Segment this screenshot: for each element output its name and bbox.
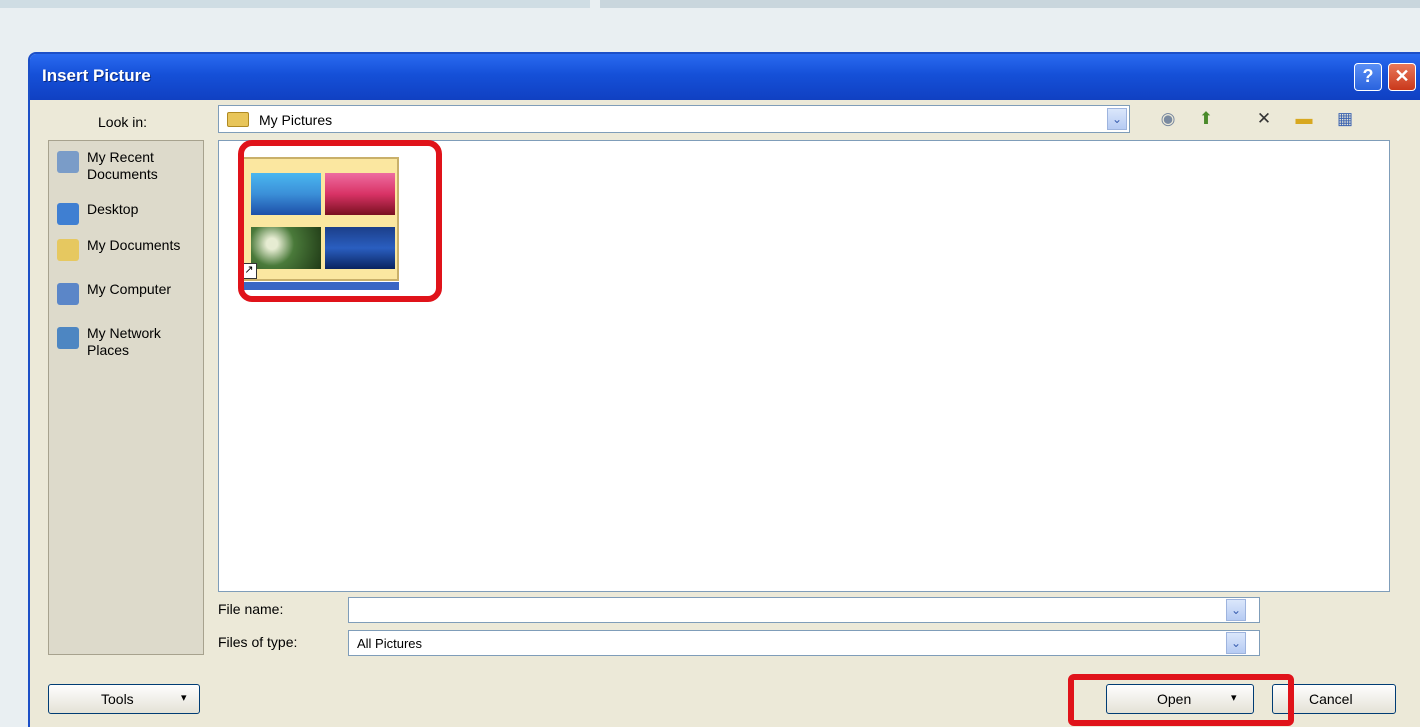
network-places-icon [57, 327, 79, 349]
close-button[interactable]: ✕ [1388, 63, 1416, 91]
new-folder-icon[interactable]: ▬ [1292, 109, 1316, 129]
place-label: My Network Places [87, 325, 161, 358]
chevron-down-icon[interactable]: ⌄ [1226, 632, 1246, 654]
place-my-documents[interactable]: My Documents [57, 237, 203, 277]
highlight-box [238, 140, 442, 302]
look-in-dropdown[interactable]: My Pictures ⌄ [218, 105, 1130, 133]
file-name-label: File name: [218, 601, 284, 617]
file-name-field[interactable] [348, 597, 1260, 623]
look-in-label: Look in: [98, 114, 148, 130]
background-strip [0, 0, 590, 8]
background-strip [600, 0, 1420, 8]
highlight-box [1068, 674, 1294, 726]
place-desktop[interactable]: Desktop [57, 201, 203, 225]
my-computer-icon [57, 283, 79, 305]
tools-button[interactable]: Tools ▾ [48, 684, 200, 714]
my-documents-icon [57, 239, 79, 261]
places-bar: My Recent Documents Desktop My Documents… [48, 140, 204, 655]
cancel-label: Cancel [1309, 691, 1353, 707]
files-of-type-value: All Pictures [357, 636, 423, 651]
folder-icon [227, 112, 249, 127]
files-of-type-label: Files of type: [218, 634, 298, 650]
look-in-value: My Pictures [259, 112, 333, 128]
desktop-icon [57, 203, 79, 225]
chevron-down-icon[interactable]: ⌄ [1107, 108, 1127, 130]
place-label: My Recent Documents [87, 149, 158, 182]
tools-label: Tools [101, 691, 134, 707]
dropdown-arrow-icon: ▾ [181, 692, 187, 704]
place-network-places[interactable]: My Network Places [57, 325, 203, 365]
back-icon[interactable]: ◉ [1156, 109, 1180, 129]
up-folder-icon[interactable]: ⬆ [1194, 109, 1218, 129]
title-bar[interactable]: Insert Picture ? ✕ [30, 54, 1420, 100]
insert-picture-dialog: Insert Picture ? ✕ Look in: My Pictures … [28, 52, 1420, 727]
delete-icon[interactable]: ✕ [1252, 109, 1276, 129]
place-label: Desktop [87, 201, 139, 217]
views-icon[interactable]: ▦ [1330, 109, 1360, 129]
files-of-type-dropdown[interactable]: All Pictures [348, 630, 1260, 656]
place-recent-documents[interactable]: My Recent Documents [57, 149, 203, 189]
chevron-down-icon[interactable]: ⌄ [1226, 599, 1246, 621]
place-label: My Documents [87, 237, 181, 253]
help-button[interactable]: ? [1354, 63, 1382, 91]
dialog-title: Insert Picture [42, 66, 151, 85]
place-my-computer[interactable]: My Computer [57, 281, 203, 321]
place-label: My Computer [87, 281, 172, 297]
recent-documents-icon [57, 151, 79, 173]
